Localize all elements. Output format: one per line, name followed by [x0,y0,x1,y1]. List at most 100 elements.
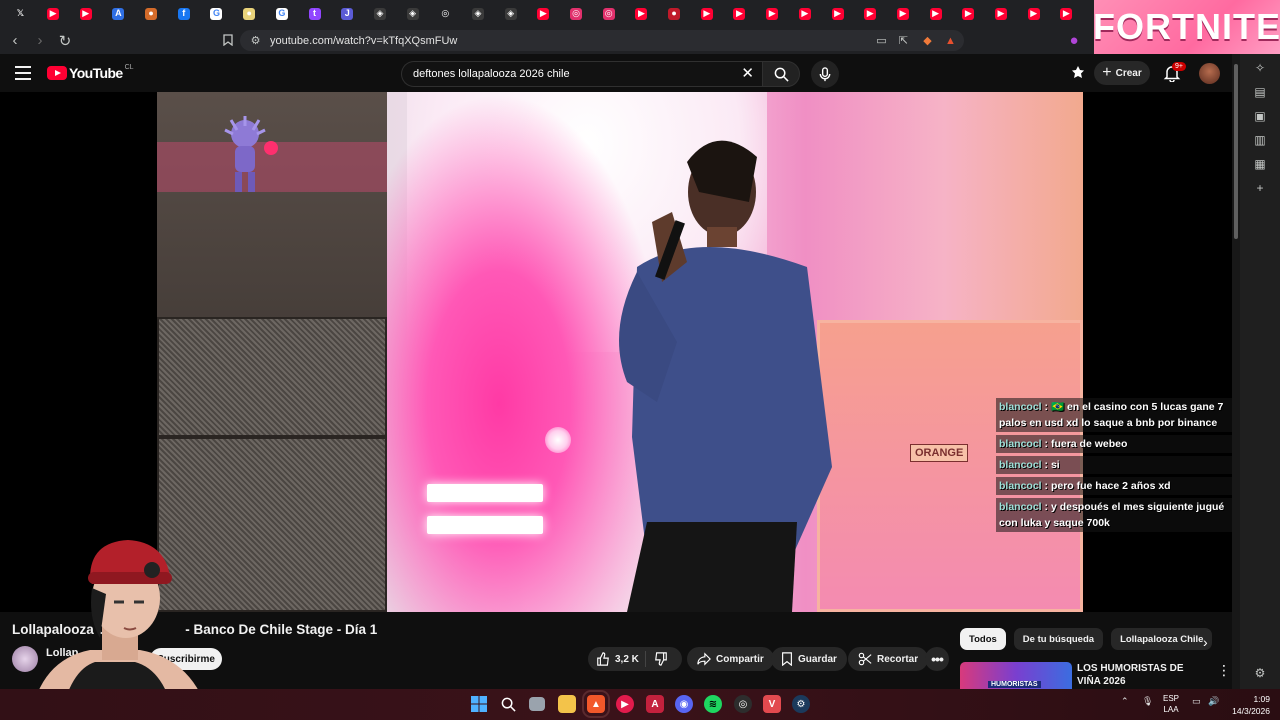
system-clock[interactable]: 1:09 14/3/2026 [1226,693,1270,717]
browser-tab[interactable]: f [167,0,200,27]
bookmarks-icon[interactable]: ▥ [1250,130,1270,150]
browser-tab[interactable]: ▶ [985,0,1018,27]
bookmark-icon[interactable] [218,30,238,50]
network-icon[interactable]: ▭ [1192,696,1201,707]
spotify-icon[interactable]: ≋ [704,695,722,713]
chevron-right-icon[interactable]: › [1203,634,1208,650]
media-player-icon[interactable]: ▶ [616,695,634,713]
back-icon[interactable]: ‹ [5,31,25,51]
chat-message: blancocl : y despoués el mes siguiente j… [996,498,1232,532]
filter-chip[interactable]: Lollapalooza Chile [1111,628,1213,650]
browser-tab[interactable]: 𝕏 [4,0,37,27]
video-frame[interactable]: ORANGE [157,92,1083,612]
tray-chevron-icon[interactable]: ⌃ [1121,696,1129,707]
browser-tab[interactable]: ◈ [462,0,495,27]
brave-browser-icon[interactable]: ▲ [582,690,610,718]
clear-search-icon[interactable]: ✕ [741,66,754,82]
recommendation-thumbnail[interactable]: HUMORISTAS [960,662,1072,689]
browser-tab[interactable]: ◎ [560,0,593,27]
youtube-logo[interactable]: YouTube CL [47,64,134,81]
clock-date: 14/3/2026 [1232,706,1270,716]
browser-toolbar: ‹ › ↻ ⚙ youtube.com/watch?v=kTfqXQsmFUw … [0,27,1094,54]
browser-tab[interactable]: t [298,0,331,27]
menu-icon[interactable] [14,64,32,82]
reload-icon[interactable]: ↻ [55,31,75,51]
browser-tab[interactable]: ▶ [69,0,102,27]
browser-tab[interactable]: ▶ [723,0,756,27]
youtube-icon: ▶ [537,7,550,20]
browser-tab[interactable]: G [266,0,299,27]
search-icon[interactable] [499,695,517,713]
brave-shield-icon[interactable]: ◆ [920,33,935,48]
search-button[interactable] [762,61,800,87]
more-actions-button[interactable]: ••• [925,647,949,671]
browser-tab[interactable]: G [200,0,233,27]
share-button[interactable]: Compartir [687,647,774,671]
browser-tab[interactable]: ▶ [1050,0,1083,27]
leo-ai-icon[interactable]: ✧ [1250,58,1270,78]
browser-tab[interactable]: ▶ [37,0,70,27]
browser-tab[interactable]: ● [233,0,266,27]
adobe-icon[interactable]: A [646,695,664,713]
browser-tab[interactable]: ▶ [690,0,723,27]
steam-icon[interactable]: ⚙ [792,695,810,713]
browser-tab[interactable]: ▶ [919,0,952,27]
share-page-icon[interactable]: ⇱ [896,33,911,48]
install-app-icon[interactable]: ▭ [874,33,889,48]
browser-tab[interactable]: ◎ [592,0,625,27]
recommendation-title[interactable]: LOS HUMORISTAS DE VIÑA 2026 [1077,662,1207,688]
browser-tab[interactable]: ● [135,0,168,27]
browser-tab[interactable]: ▶ [1017,0,1050,27]
add-panel-icon[interactable]: + [1250,178,1270,198]
more-vert-icon[interactable]: ⋮ [1217,662,1231,679]
browser-tab[interactable]: A [102,0,135,27]
browser-tab[interactable]: ◈ [494,0,527,27]
dislike-button[interactable] [646,652,680,666]
valorant-icon[interactable]: V [763,695,781,713]
search-input[interactable]: deftones lollapalooza 2026 chile ✕ [401,61,762,87]
site-info-icon[interactable]: ⚙ [248,33,263,48]
brave-rewards-icon[interactable]: ▲ [943,33,958,48]
browser-tab[interactable]: ◈ [364,0,397,27]
browser-tab[interactable]: J [331,0,364,27]
microphone-tray-icon[interactable]: 🎙 [1142,696,1153,707]
forward-icon[interactable]: › [30,31,50,51]
premium-icon[interactable] [1070,65,1086,81]
account-avatar[interactable] [1199,63,1220,84]
task-view-icon[interactable] [529,697,545,711]
clip-button[interactable]: Recortar [848,647,929,671]
browser-tab[interactable]: ▶ [527,0,560,27]
voice-search-button[interactable] [811,60,839,88]
extension-icon[interactable]: ● [1064,30,1084,50]
browser-tab[interactable]: ▶ [887,0,920,27]
browser-tab[interactable]: ◎ [429,0,462,27]
browser-tab[interactable]: ▶ [854,0,887,27]
like-button[interactable]: 3,2 K [588,651,646,667]
filter-chip[interactable]: Todos [960,628,1006,650]
reading-list-icon[interactable]: ▦ [1250,154,1270,174]
browser-tab[interactable]: ◈ [396,0,429,27]
create-button[interactable]: + Crear [1094,61,1150,85]
playlist-icon[interactable]: ▤ [1250,82,1270,102]
browser-tab[interactable]: ▶ [789,0,822,27]
save-button[interactable]: Guardar [771,647,847,671]
browser-tab[interactable]: ● [658,0,691,27]
page-scrollbar[interactable] [1232,54,1240,689]
filter-chip[interactable]: De tu búsqueda [1013,628,1104,650]
fortnite-ad-banner[interactable]: FORTNITE [1093,0,1280,54]
wallet-icon[interactable]: ▣ [1250,106,1270,126]
settings-icon[interactable]: ⚙ [1250,663,1270,683]
input-language[interactable]: ESP LAA [1163,693,1179,715]
youtube-icon: ▶ [766,7,779,20]
scrollbar-thumb[interactable] [1234,64,1238,239]
file-explorer-icon[interactable] [558,695,576,713]
address-bar[interactable]: ⚙ youtube.com/watch?v=kTfqXQsmFUw ▭ ⇱ ◆ … [240,30,964,51]
volume-icon[interactable]: 🔊 [1208,696,1219,707]
discord-icon[interactable]: ◉ [675,695,693,713]
browser-tab[interactable]: ▶ [821,0,854,27]
browser-tab[interactable]: ▶ [756,0,789,27]
browser-tab[interactable]: ▶ [625,0,658,27]
windows-start-icon[interactable] [470,695,488,713]
browser-tab[interactable]: ▶ [952,0,985,27]
obs-icon[interactable]: ◎ [734,695,752,713]
